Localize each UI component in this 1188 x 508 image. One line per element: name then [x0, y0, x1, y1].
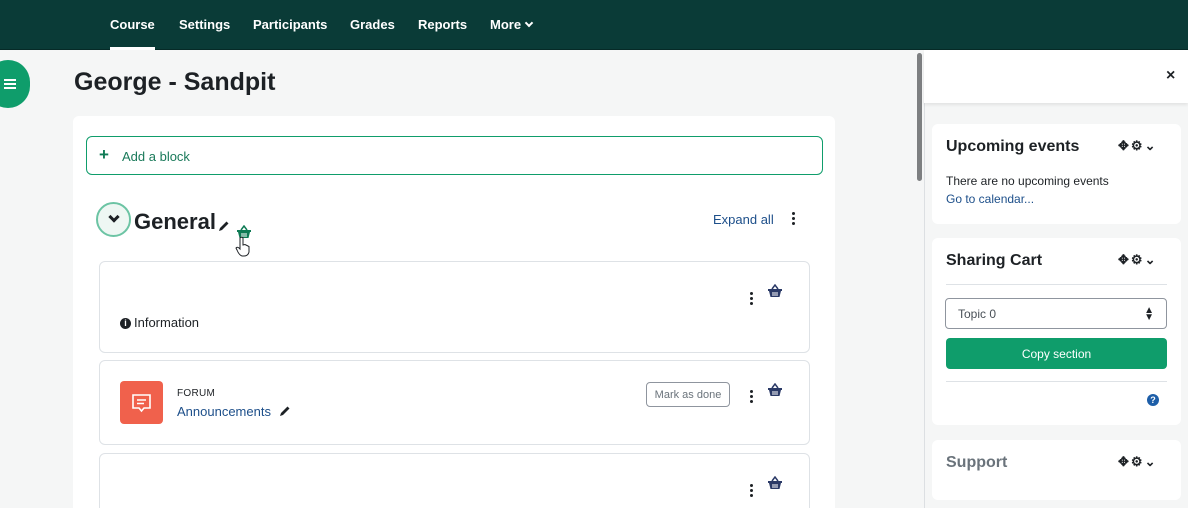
kebab-menu-icon[interactable] [750, 292, 754, 306]
kebab-menu-icon[interactable] [750, 484, 754, 498]
activity-name-link[interactable]: Announcements [177, 404, 271, 419]
activity-item [99, 261, 810, 353]
block-controls: ✥⚙⌄ [1118, 252, 1157, 268]
kebab-menu-icon[interactable] [750, 390, 754, 404]
expand-all-link[interactable]: Expand all [713, 212, 774, 227]
plus-icon: + [99, 145, 109, 164]
hand-cursor-icon [235, 236, 250, 257]
chevron-down-icon [524, 18, 534, 28]
close-icon[interactable]: × [1166, 67, 1175, 85]
activity-type: FORUM [177, 388, 216, 399]
kebab-menu-icon[interactable] [792, 212, 796, 226]
list-icon [4, 78, 16, 90]
information-label: i Information [120, 315, 199, 330]
activity-item [99, 453, 810, 508]
gear-icon[interactable]: ⚙ [1131, 454, 1145, 469]
tab-settings[interactable]: Settings [179, 0, 230, 50]
section-collapse-button[interactable] [96, 202, 131, 237]
help-icon[interactable]: ? [1147, 394, 1159, 406]
basket-icon[interactable] [767, 383, 783, 397]
forum-icon [120, 381, 163, 424]
block-controls: ✥⚙⌄ [1118, 454, 1157, 470]
tab-reports[interactable]: Reports [418, 0, 467, 50]
move-icon[interactable]: ✥ [1118, 454, 1131, 469]
gear-icon[interactable]: ⚙ [1131, 138, 1145, 153]
divider [946, 284, 1167, 285]
section-select[interactable]: Topic 0 ▲ ▼ [945, 298, 1167, 329]
tab-more[interactable]: More [490, 0, 534, 50]
move-icon[interactable]: ✥ [1118, 252, 1131, 267]
tab-grades[interactable]: Grades [350, 0, 395, 50]
info-icon: i [120, 318, 131, 329]
mark-as-done-button[interactable]: Mark as done [646, 382, 730, 407]
tab-participants[interactable]: Participants [253, 0, 327, 50]
select-arrows-icon: ▲ ▼ [1144, 305, 1154, 323]
move-icon[interactable]: ✥ [1118, 138, 1131, 153]
top-navigation: Course Settings Participants Grades Repo… [0, 0, 1188, 50]
block-text: There are no upcoming events [946, 174, 1109, 188]
pencil-icon[interactable] [218, 220, 230, 232]
copy-section-button[interactable]: Copy section [946, 338, 1167, 369]
tab-course[interactable]: Course [110, 0, 155, 50]
chevron-down-icon [108, 211, 120, 223]
block-title: Upcoming events [946, 138, 1080, 155]
basket-icon[interactable] [767, 284, 783, 298]
block-controls: ✥⚙⌄ [1118, 138, 1157, 154]
course-index-toggle[interactable] [0, 60, 30, 108]
block-drawer-header [924, 50, 1188, 103]
block-title: Support [946, 454, 1008, 471]
chevron-down-icon[interactable]: ⌄ [1145, 252, 1158, 267]
page-scrollbar[interactable] [917, 53, 922, 181]
basket-icon[interactable] [767, 476, 783, 490]
section-title: General [134, 209, 216, 234]
block-title: Sharing Cart [946, 252, 1043, 269]
add-block-button[interactable]: + Add a block [86, 136, 823, 175]
gear-icon[interactable]: ⚙ [1131, 252, 1145, 267]
pencil-icon[interactable] [279, 405, 291, 417]
page-title: George - Sandpit [74, 68, 276, 96]
go-to-calendar-link[interactable]: Go to calendar... [946, 192, 1034, 206]
chevron-down-icon[interactable]: ⌄ [1145, 138, 1158, 153]
chevron-down-icon[interactable]: ⌄ [1145, 454, 1158, 469]
divider [946, 381, 1167, 382]
